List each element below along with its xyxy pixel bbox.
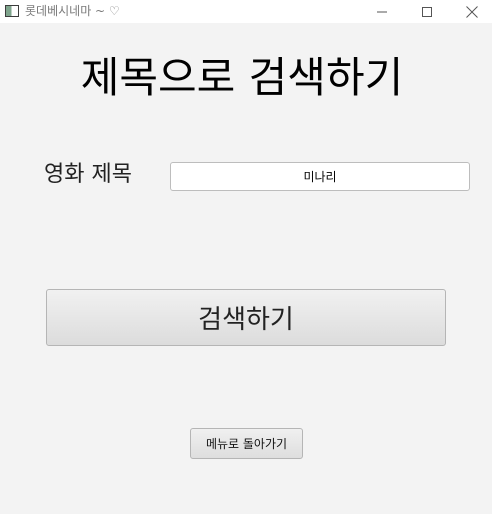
back-to-menu-button[interactable]: 메뉴로 돌아가기 [190,428,303,459]
window-titlebar: 롯데베시네마 ~ ♡ [0,0,492,23]
window-title: 롯데베시네마 ~ ♡ [25,4,120,18]
close-button[interactable] [449,0,492,23]
movie-title-label: 영화 제목 [44,162,132,187]
minimize-icon [377,11,387,12]
page-title: 제목으로 검색하기 [80,53,404,102]
maximize-icon [422,6,432,17]
maximize-button[interactable] [404,0,450,23]
app-window-icon [5,5,19,17]
search-button[interactable]: 검색하기 [46,289,446,346]
minimize-button[interactable] [359,0,405,23]
movie-title-input[interactable] [170,162,470,191]
close-icon [466,5,478,18]
